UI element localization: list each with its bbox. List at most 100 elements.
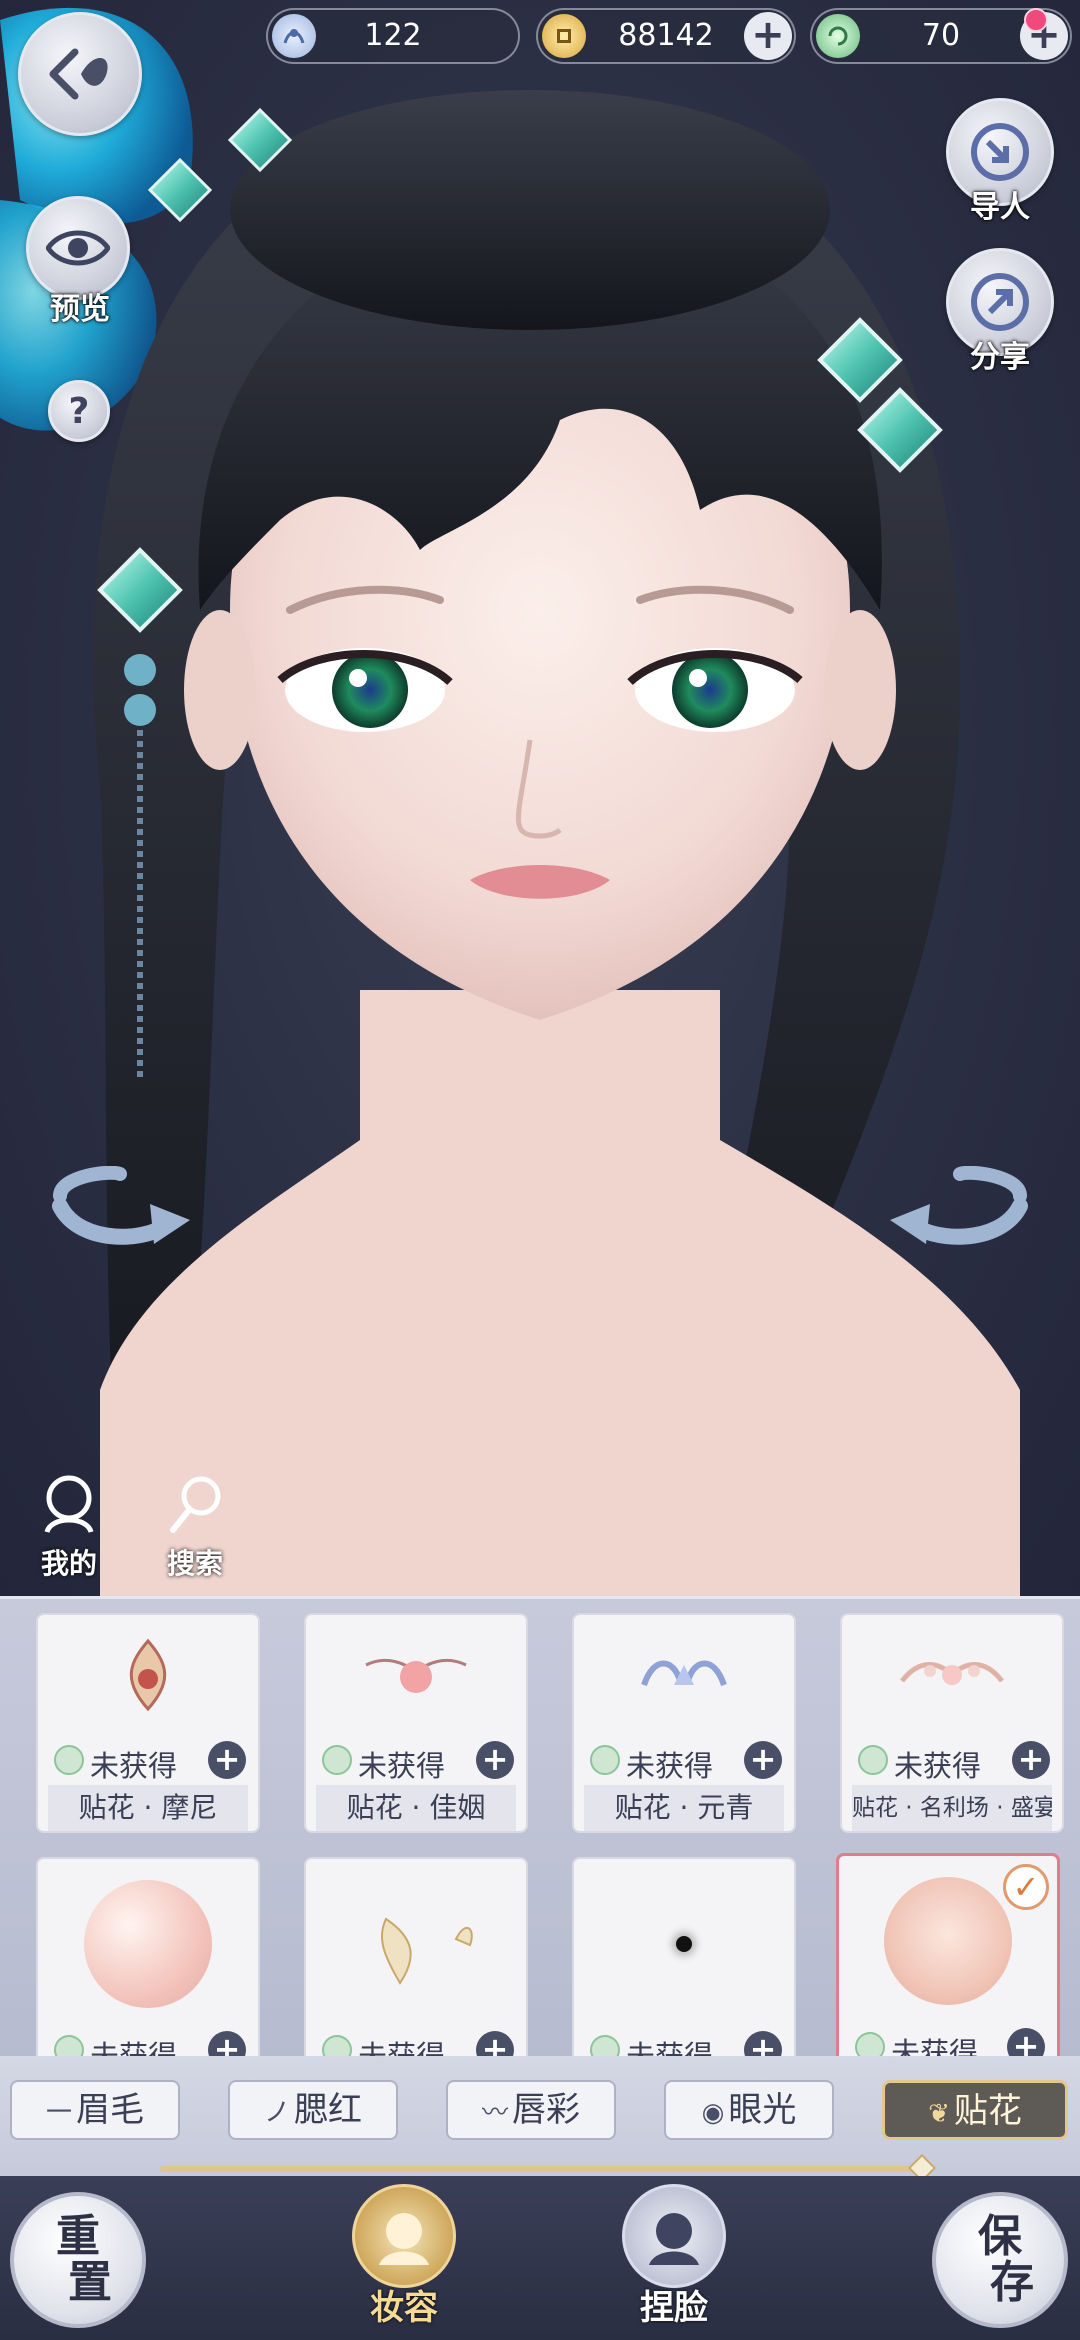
eye-shine-icon: ◉	[701, 2098, 725, 2128]
help-button[interactable]: ?	[48, 380, 110, 442]
face-sculpt-label: 捏脸	[640, 2288, 708, 2328]
category-icon	[54, 2035, 84, 2056]
tab-blush[interactable]: ノ腮红	[228, 2080, 398, 2140]
ownership-status: 未获得 +	[574, 2029, 794, 2056]
face-sculpt-icon	[622, 2184, 726, 2288]
item-card-selected[interactable]: ✓ 未获得 +	[836, 1853, 1060, 2056]
acquire-button[interactable]: +	[208, 1741, 246, 1779]
status-text: 未获得	[358, 1749, 446, 1783]
acquire-button[interactable]: +	[208, 2031, 246, 2056]
add-coin-button[interactable]: +	[744, 12, 792, 60]
save-button[interactable]: 保存	[932, 2192, 1068, 2328]
tab-eye-shine[interactable]: ◉ 眼光	[664, 2080, 834, 2140]
decal-art-yuanqing	[574, 1615, 794, 1735]
spiral-token-icon	[816, 14, 860, 58]
jade-coin-icon	[272, 14, 316, 58]
rotate-left-icon[interactable]	[50, 1166, 190, 1256]
share-icon	[971, 273, 1029, 331]
item-name: 贴花 · 佳姻	[316, 1785, 516, 1831]
energy-currency: 70 +	[810, 8, 1072, 64]
import-label: 导人	[970, 190, 1030, 225]
jade-currency: 122	[266, 8, 520, 64]
tab-decal[interactable]: ❦ 贴花	[882, 2080, 1068, 2140]
tab-lip-color[interactable]: 〰唇彩	[446, 2080, 616, 2140]
reset-char-1: 重	[56, 2210, 100, 2262]
import-icon	[971, 123, 1029, 181]
decal-art-mani	[38, 1615, 258, 1735]
acquire-button[interactable]: +	[744, 1741, 782, 1779]
help-icon: ?	[68, 390, 90, 432]
avatar-icon	[44, 1475, 94, 1534]
tab-scrollbar[interactable]	[160, 2166, 930, 2172]
makeup-mode-button[interactable]: 妆容	[344, 2184, 464, 2340]
tab-label: 唇彩	[512, 2090, 580, 2130]
category-icon	[590, 1745, 620, 1775]
ownership-status: 未获得 +	[842, 1739, 1062, 1783]
eye-icon	[46, 230, 110, 266]
ownership-status: 未获得 +	[306, 1739, 526, 1783]
category-icon	[322, 2035, 352, 2056]
item-card[interactable]: 未获得 +	[304, 1857, 528, 2056]
reset-button[interactable]: 重置	[10, 2192, 146, 2328]
face-sculpt-mode-button[interactable]: 捏脸	[614, 2184, 734, 2340]
tab-eyebrow[interactable]: 一眉毛	[10, 2080, 180, 2140]
search-icon	[170, 1476, 221, 1533]
share-label: 分享	[970, 340, 1030, 375]
search-button[interactable]: 搜索	[150, 1472, 240, 1582]
character-viewport[interactable]: 122 88142 + 70 + 预览 ? 导人 分享 我的 搜索	[0, 0, 1080, 1598]
acquire-button[interactable]: +	[1012, 1741, 1050, 1779]
item-name: 贴花 · 摩尼	[48, 1785, 248, 1831]
status-text: 未获得	[626, 2039, 714, 2056]
decal-art-mole	[574, 1859, 794, 2029]
acquire-button[interactable]: +	[1007, 2028, 1045, 2056]
status-text: 未获得	[90, 1749, 178, 1783]
character-model	[93, 90, 1020, 1598]
status-text: 未获得	[90, 2039, 178, 2056]
eyebrow-icon: 一	[45, 2098, 72, 2128]
item-card[interactable]: 未获得 + 贴花 · 元青	[572, 1613, 796, 1833]
status-text: 未获得	[891, 2036, 979, 2056]
lips-icon: 〰	[481, 2098, 508, 2128]
coin-currency: 88142 +	[536, 8, 796, 64]
item-card[interactable]: 未获得 +	[572, 1857, 796, 2056]
item-name: 贴花 · 元青	[584, 1785, 784, 1831]
energy-amount: 70	[921, 18, 961, 53]
back-button[interactable]	[18, 12, 142, 136]
flower-icon: ❦	[928, 2099, 950, 2129]
my-button[interactable]: 我的	[24, 1472, 114, 1582]
search-label: 搜索	[166, 1547, 223, 1580]
category-icon	[858, 1745, 888, 1775]
decal-art-feast	[842, 1615, 1062, 1735]
reset-char-2: 置	[68, 2257, 112, 2308]
category-icon	[590, 2035, 620, 2056]
item-name: 贴花 · 名利场 · 盛宴	[852, 1785, 1052, 1831]
decal-item-grid[interactable]: 未获得 + 贴花 · 摩尼 未获得 + 贴花 · 佳姻 未获得 + 贴花 · 元…	[0, 1596, 1080, 2056]
selected-check-icon: ✓	[1003, 1864, 1049, 1910]
copper-coin-icon	[542, 14, 586, 58]
tab-label: 贴花	[953, 2091, 1022, 2131]
my-label: 我的	[40, 1547, 97, 1580]
save-char-2: 存	[990, 2257, 1034, 2308]
item-card[interactable]: 未获得 + 贴花 · 摩尼	[36, 1613, 260, 1833]
back-arrow-icon	[49, 48, 108, 100]
tab-label: 眼光	[728, 2090, 797, 2130]
tab-label: 眉毛	[76, 2090, 144, 2130]
acquire-button[interactable]: +	[744, 2031, 782, 2056]
blush-icon: ノ	[263, 2098, 290, 2128]
decal-art-pearl	[38, 1859, 258, 2029]
bottom-toolbar: 重置 妆容 捏脸 保存	[0, 2176, 1080, 2340]
item-card[interactable]: 未获得 + 贴花 · 名利场 · 盛宴	[840, 1613, 1064, 1833]
item-card[interactable]: 未获得 + 贴花 · 佳姻	[304, 1613, 528, 1833]
ownership-status: 未获得 +	[839, 2026, 1057, 2056]
rotate-right-icon[interactable]	[890, 1166, 1030, 1256]
status-text: 未获得	[626, 1749, 714, 1783]
notification-dot	[1024, 8, 1048, 32]
item-card[interactable]: 未获得 +	[36, 1857, 260, 2056]
acquire-button[interactable]: +	[476, 2031, 514, 2056]
ownership-status: 未获得 +	[574, 1739, 794, 1783]
status-text: 未获得	[894, 1749, 982, 1783]
makeup-category-tabs: 一眉毛 ノ腮红 〰唇彩 ◉ 眼光 ❦ 贴花	[0, 2056, 1080, 2183]
acquire-button[interactable]: +	[476, 1741, 514, 1779]
preview-label: 预览	[50, 292, 110, 327]
category-icon	[322, 1745, 352, 1775]
